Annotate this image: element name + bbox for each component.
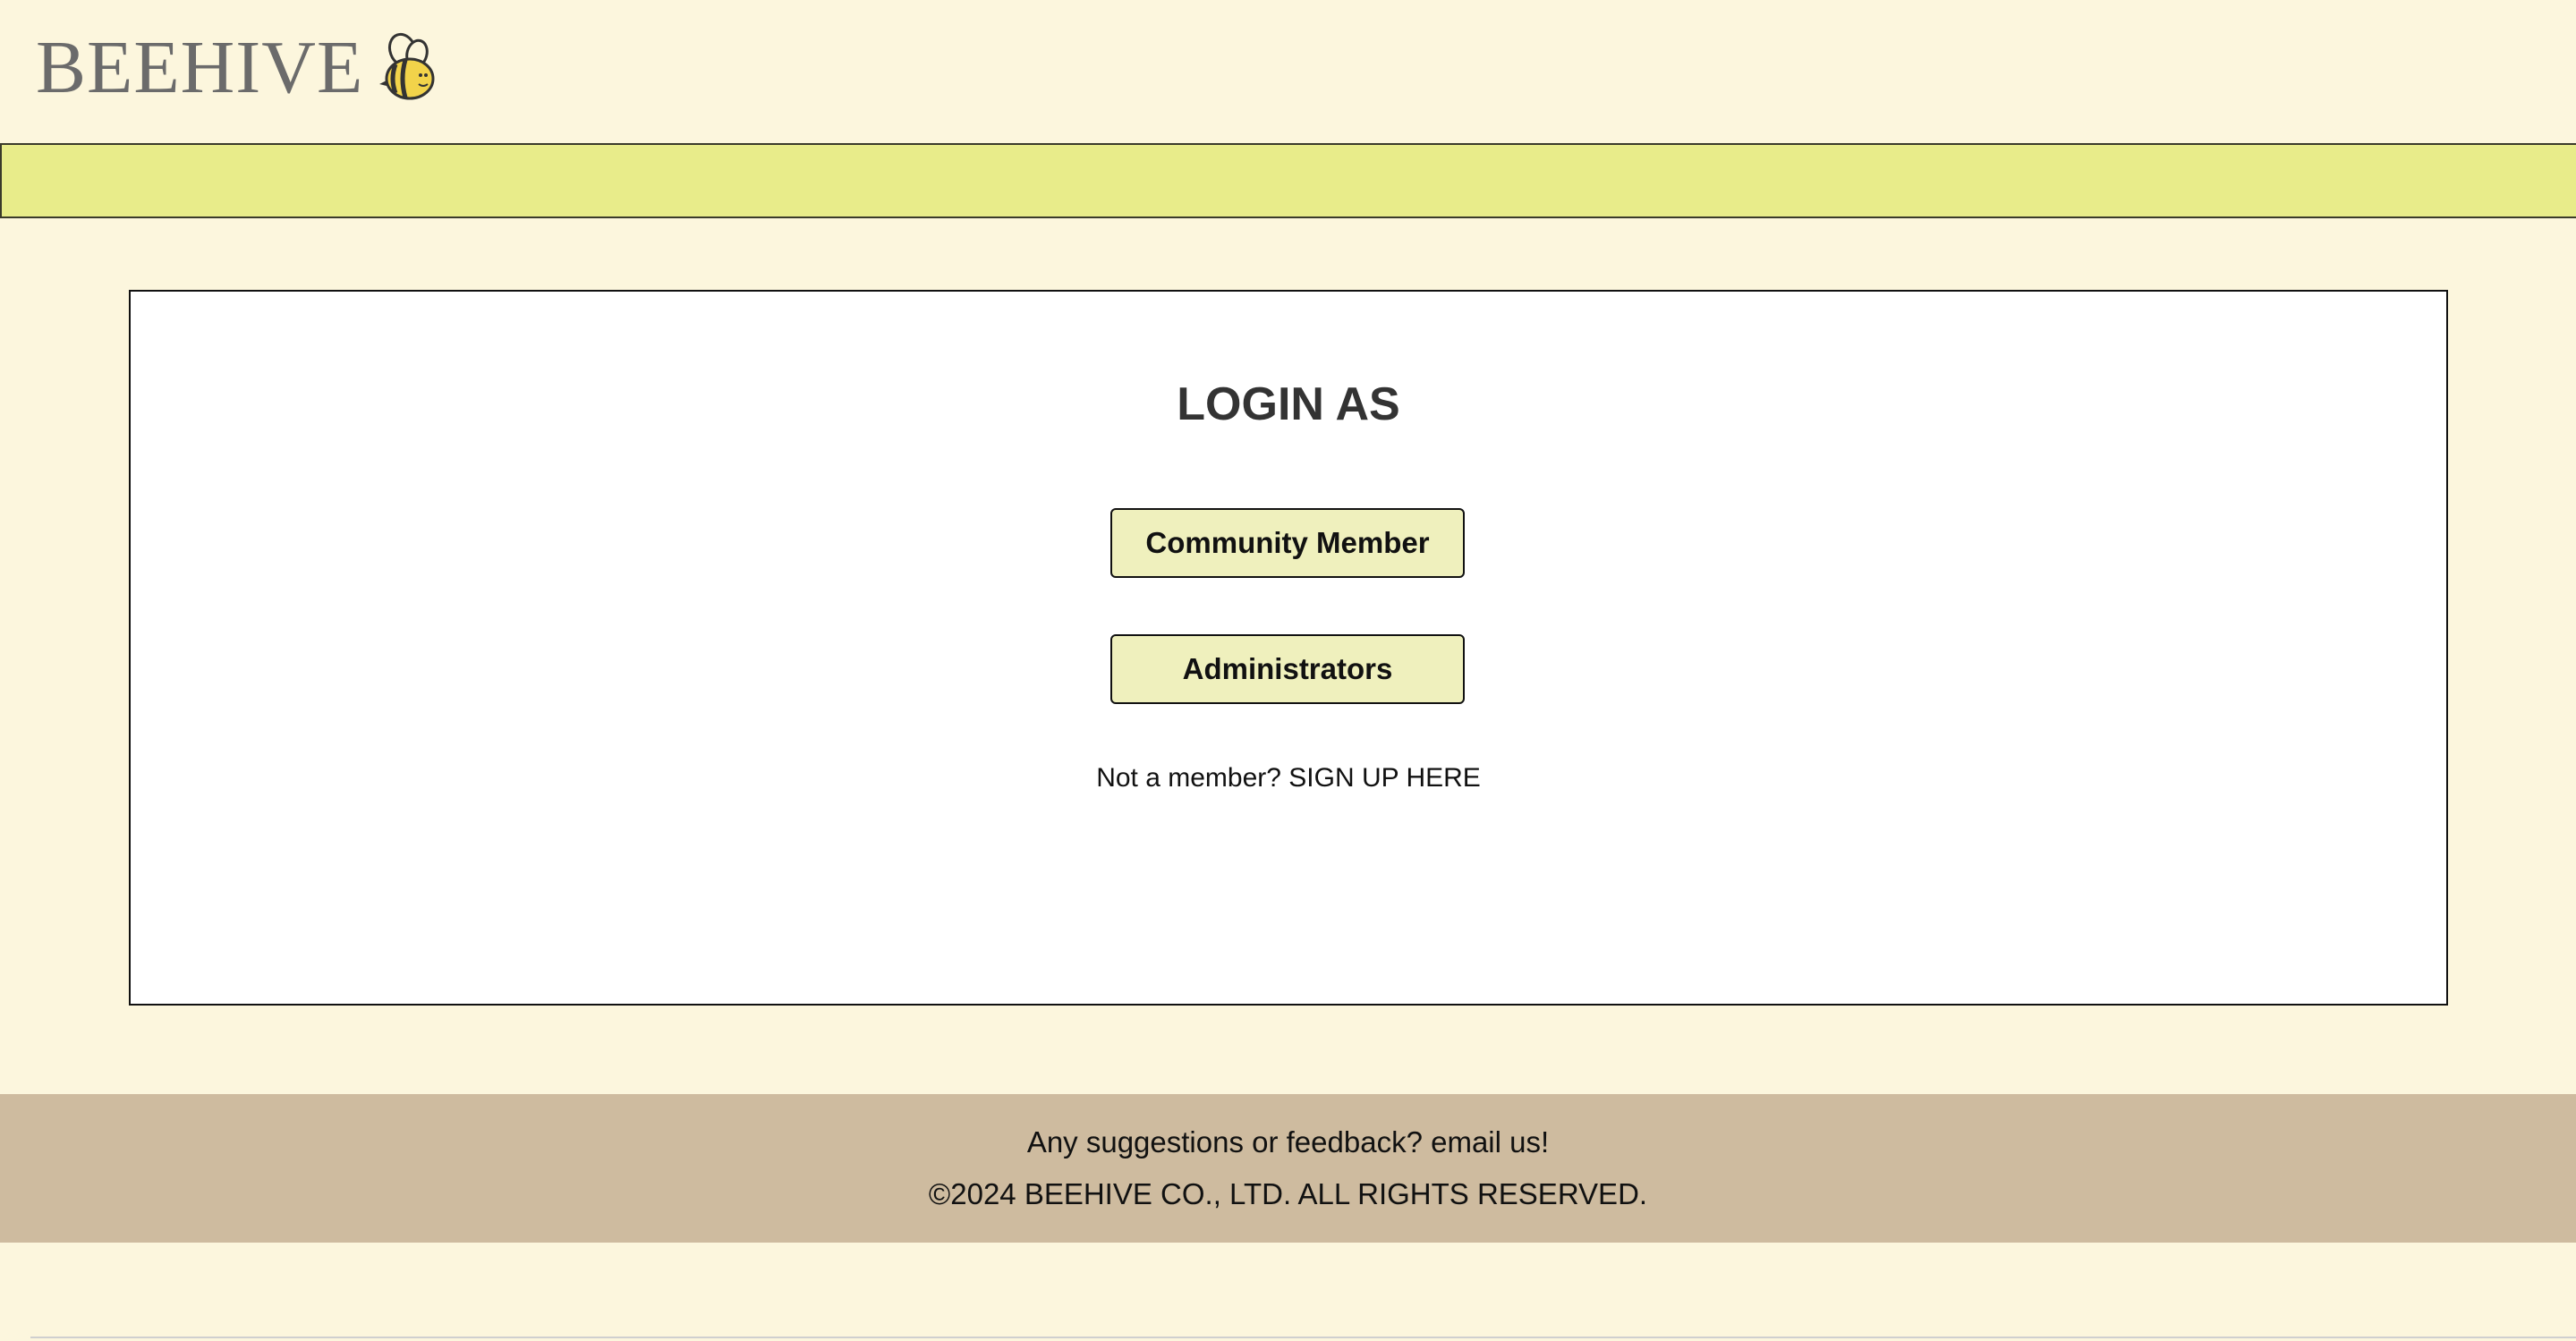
community-member-button[interactable]: Community Member (1110, 508, 1465, 578)
footer: Any suggestions or feedback? email us! ©… (0, 1094, 2576, 1243)
logo[interactable]: BEEHIVE (36, 21, 442, 115)
navbar (0, 143, 2576, 218)
page-title: LOGIN AS (1177, 378, 1400, 430)
bee-icon (378, 32, 442, 104)
header: BEEHIVE (0, 0, 2576, 143)
logo-text: BEEHIVE (36, 26, 364, 109)
feedback-row: Any suggestions or feedback? email us! (0, 1123, 2576, 1162)
email-us-link[interactable]: email us! (1431, 1125, 1549, 1159)
login-card: LOGIN AS Community Member Administrators… (129, 290, 2448, 1006)
feedback-prompt: Any suggestions or feedback? (1026, 1125, 1423, 1159)
signup-row: Not a member? SIGN UP HERE (131, 760, 2446, 796)
bottom-divider (30, 1337, 2576, 1338)
copyright: ©2024 BEEHIVE CO., LTD. ALL RIGHTS RESER… (928, 1177, 1648, 1210)
administrators-button[interactable]: Administrators (1110, 634, 1465, 704)
signup-link[interactable]: SIGN UP HERE (1288, 763, 1481, 793)
signup-prompt: Not a member? (1096, 763, 1281, 793)
